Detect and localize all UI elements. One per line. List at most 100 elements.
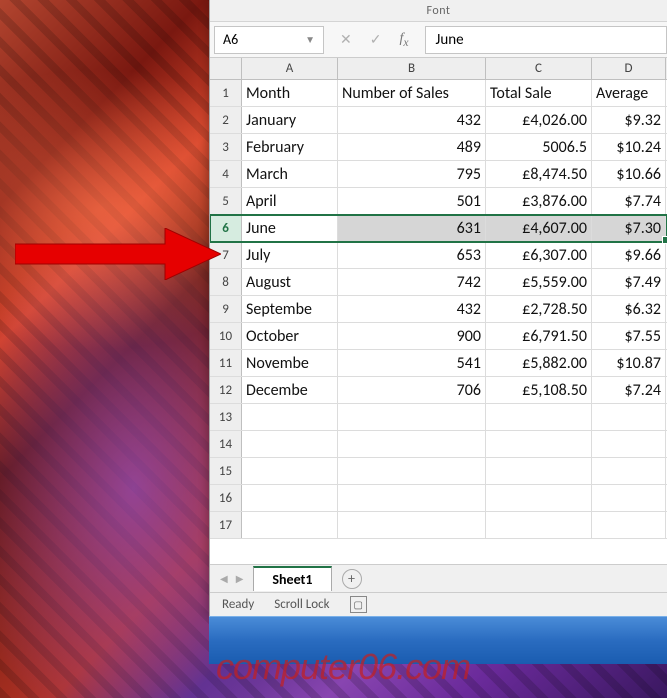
cell[interactable]: £2,728.50 <box>486 296 592 322</box>
row-header[interactable]: 6 <box>210 215 242 241</box>
cell[interactable]: Number of Sales <box>338 80 486 106</box>
row-header[interactable]: 14 <box>210 431 242 457</box>
cell[interactable]: Decembe <box>242 377 338 403</box>
row-header[interactable]: 12 <box>210 377 242 403</box>
cell[interactable] <box>486 485 592 511</box>
row-header[interactable]: 4 <box>210 161 242 187</box>
row-header[interactable]: 15 <box>210 458 242 484</box>
cell[interactable]: October <box>242 323 338 349</box>
cell[interactable]: $6.32 <box>592 296 666 322</box>
cell[interactable]: £4,607.00 <box>486 215 592 241</box>
cell[interactable]: $7.30 <box>592 215 666 241</box>
cell[interactable]: 900 <box>338 323 486 349</box>
select-all-corner[interactable] <box>210 58 242 79</box>
cell[interactable] <box>486 431 592 457</box>
tab-next-icon[interactable]: ▶ <box>236 572 244 585</box>
cell[interactable] <box>592 431 666 457</box>
cell[interactable]: $10.66 <box>592 161 666 187</box>
cell[interactable]: $7.49 <box>592 269 666 295</box>
cell[interactable]: 541 <box>338 350 486 376</box>
cell[interactable] <box>242 404 338 430</box>
cell[interactable]: $9.32 <box>592 107 666 133</box>
cell[interactable] <box>242 458 338 484</box>
cell[interactable]: $9.66 <box>592 242 666 268</box>
cell[interactable]: 501 <box>338 188 486 214</box>
cell[interactable] <box>338 458 486 484</box>
cell[interactable] <box>486 404 592 430</box>
row-header[interactable]: 9 <box>210 296 242 322</box>
cell[interactable] <box>242 431 338 457</box>
cell[interactable] <box>338 485 486 511</box>
row-header[interactable]: 8 <box>210 269 242 295</box>
row-header[interactable]: 7 <box>210 242 242 268</box>
cell[interactable]: Month <box>242 80 338 106</box>
col-header-C[interactable]: C <box>486 58 592 79</box>
cell[interactable]: Septembe <box>242 296 338 322</box>
enter-icon[interactable]: ✓ <box>370 31 382 48</box>
cell[interactable] <box>486 512 592 538</box>
col-header-A[interactable]: A <box>242 58 338 79</box>
cell[interactable]: 5006.5 <box>486 134 592 160</box>
formula-bar-input[interactable]: June <box>425 26 667 54</box>
cell[interactable] <box>592 485 666 511</box>
cell[interactable]: $10.24 <box>592 134 666 160</box>
cell[interactable]: £6,307.00 <box>486 242 592 268</box>
cell[interactable]: $10.87 <box>592 350 666 376</box>
cell[interactable]: $7.55 <box>592 323 666 349</box>
cell[interactable] <box>592 458 666 484</box>
cell[interactable]: $7.24 <box>592 377 666 403</box>
cell[interactable]: 653 <box>338 242 486 268</box>
cell[interactable]: April <box>242 188 338 214</box>
cell[interactable]: January <box>242 107 338 133</box>
cell[interactable]: $7.74 <box>592 188 666 214</box>
cell[interactable]: 489 <box>338 134 486 160</box>
cell[interactable]: August <box>242 269 338 295</box>
cell[interactable]: 706 <box>338 377 486 403</box>
cell[interactable]: 742 <box>338 269 486 295</box>
row-header[interactable]: 3 <box>210 134 242 160</box>
cell[interactable]: July <box>242 242 338 268</box>
cell[interactable] <box>338 431 486 457</box>
cell[interactable]: June <box>242 215 338 241</box>
cell[interactable]: £5,108.50 <box>486 377 592 403</box>
add-sheet-button[interactable]: + <box>342 569 362 589</box>
cell[interactable]: £4,026.00 <box>486 107 592 133</box>
name-box[interactable]: A6 ▼ <box>214 26 324 54</box>
cell[interactable]: £6,791.50 <box>486 323 592 349</box>
cell[interactable]: £5,559.00 <box>486 269 592 295</box>
cancel-icon[interactable]: ✕ <box>340 31 352 48</box>
cell[interactable]: £5,882.00 <box>486 350 592 376</box>
cell[interactable] <box>592 512 666 538</box>
cell[interactable]: £3,876.00 <box>486 188 592 214</box>
cell[interactable] <box>592 404 666 430</box>
cell[interactable]: February <box>242 134 338 160</box>
cell[interactable]: March <box>242 161 338 187</box>
cell[interactable]: 795 <box>338 161 486 187</box>
cell[interactable] <box>242 485 338 511</box>
row-header[interactable]: 10 <box>210 323 242 349</box>
cell[interactable] <box>338 512 486 538</box>
row-header[interactable]: 5 <box>210 188 242 214</box>
row-header[interactable]: 13 <box>210 404 242 430</box>
row-header[interactable]: 17 <box>210 512 242 538</box>
tab-prev-icon[interactable]: ◀ <box>220 572 228 585</box>
cell[interactable]: 432 <box>338 107 486 133</box>
cell[interactable]: Total Sale <box>486 80 592 106</box>
row-header[interactable]: 2 <box>210 107 242 133</box>
cell[interactable] <box>486 458 592 484</box>
row-header[interactable]: 16 <box>210 485 242 511</box>
cell[interactable]: 432 <box>338 296 486 322</box>
cell[interactable] <box>242 512 338 538</box>
cell[interactable] <box>338 404 486 430</box>
cell[interactable]: £8,474.50 <box>486 161 592 187</box>
cell[interactable]: 631 <box>338 215 486 241</box>
macro-record-icon[interactable]: ▢ <box>350 596 367 613</box>
cell[interactable]: Novembe <box>242 350 338 376</box>
col-header-B[interactable]: B <box>338 58 486 79</box>
row-header[interactable]: 11 <box>210 350 242 376</box>
sheet-tab-active[interactable]: Sheet1 <box>253 566 331 591</box>
row-header[interactable]: 1 <box>210 80 242 106</box>
col-header-D[interactable]: D <box>592 58 666 79</box>
fx-icon[interactable]: fx <box>399 31 408 49</box>
cell[interactable]: Average <box>592 80 666 106</box>
